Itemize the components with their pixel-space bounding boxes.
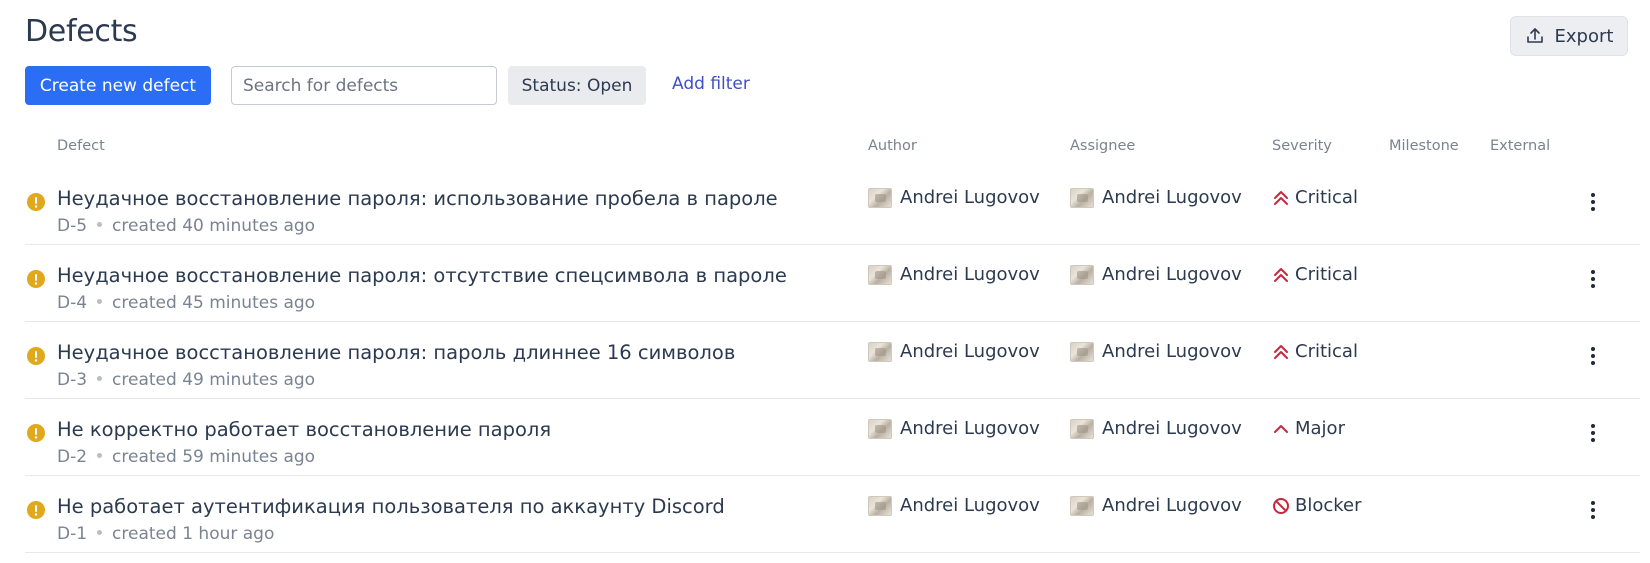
severity-label: Critical [1295,187,1358,208]
assignee-cell: Andrei Lugovov [1070,187,1242,208]
more-actions-icon[interactable] [1583,498,1603,522]
assignee-cell: Andrei Lugovov [1070,264,1242,285]
defect-row[interactable]: Не работает аутентификация пользователя … [25,476,1640,553]
double-chevron-up-icon [1272,343,1290,361]
search-input[interactable] [231,66,497,105]
defect-title[interactable]: Неудачное восстановление пароля: использ… [57,187,778,210]
separator-dot [97,452,103,458]
defect-row[interactable]: Неудачное восстановление пароля: пароль … [25,322,1640,399]
severity-cell: Critical [1272,264,1358,285]
column-header-author[interactable]: Author [868,138,917,154]
open-status-icon [27,193,45,211]
assignee-name: Andrei Lugovov [1102,495,1242,516]
avatar [868,187,892,208]
defect-created: created 45 minutes ago [112,293,316,313]
defect-id: D-1 [57,524,88,544]
defect-row[interactable]: Не корректно работает восстановление пар… [25,399,1640,476]
separator-dot [97,221,103,227]
assignee-name: Andrei Lugovov [1102,341,1242,362]
defect-title[interactable]: Не работает аутентификация пользователя … [57,495,725,518]
avatar [868,264,892,285]
defect-created: created 59 minutes ago [112,447,316,467]
open-status-icon [27,347,45,365]
defect-row[interactable]: Неудачное восстановление пароля: использ… [25,168,1640,245]
status-filter-chip[interactable]: Status: Open [508,66,646,105]
more-actions-icon[interactable] [1583,267,1603,291]
more-actions-icon[interactable] [1583,190,1603,214]
separator-dot [97,529,103,535]
severity-label: Critical [1295,264,1358,285]
avatar [1070,418,1094,439]
upload-icon [1526,28,1543,43]
defect-row[interactable]: Неудачное восстановление пароля: отсутст… [25,245,1640,322]
defect-id: D-2 [57,447,88,467]
column-header-assignee[interactable]: Assignee [1070,138,1135,154]
author-cell: Andrei Lugovov [868,495,1040,516]
author-name: Andrei Lugovov [900,341,1040,362]
avatar [868,495,892,516]
severity-label: Critical [1295,341,1358,362]
separator-dot [97,375,103,381]
assignee-cell: Andrei Lugovov [1070,495,1242,516]
author-name: Andrei Lugovov [900,418,1040,439]
severity-label: Blocker [1295,495,1362,516]
assignee-name: Andrei Lugovov [1102,418,1242,439]
avatar [1070,187,1094,208]
severity-cell: Blocker [1272,495,1362,516]
column-header-defect[interactable]: Defect [57,138,105,154]
defect-meta: D-2 created 59 minutes ago [57,447,315,467]
column-header-external[interactable]: External [1490,138,1550,154]
defect-title[interactable]: Неудачное восстановление пароля: отсутст… [57,264,787,287]
double-chevron-up-icon [1272,189,1290,207]
assignee-cell: Andrei Lugovov [1070,418,1242,439]
avatar [1070,264,1094,285]
author-cell: Andrei Lugovov [868,187,1040,208]
defect-created: created 1 hour ago [112,524,275,544]
open-status-icon [27,424,45,442]
defect-meta: D-1 created 1 hour ago [57,524,274,544]
defect-created: created 49 minutes ago [112,370,316,390]
defect-id: D-4 [57,293,88,313]
avatar [868,418,892,439]
page-title: Defects [25,14,138,49]
separator-dot [97,298,103,304]
defect-id: D-5 [57,216,88,236]
defect-title[interactable]: Не корректно работает восстановление пар… [57,418,551,441]
severity-cell: Major [1272,418,1345,439]
author-name: Andrei Lugovov [900,495,1040,516]
author-name: Andrei Lugovov [900,264,1040,285]
assignee-cell: Andrei Lugovov [1070,341,1242,362]
export-button[interactable]: Export [1510,16,1628,56]
defect-id: D-3 [57,370,88,390]
open-status-icon [27,270,45,288]
export-label: Export [1554,25,1614,47]
more-actions-icon[interactable] [1583,421,1603,445]
double-chevron-up-icon [1272,266,1290,284]
add-filter-link[interactable]: Add filter [672,74,750,94]
more-actions-icon[interactable] [1583,344,1603,368]
author-cell: Andrei Lugovov [868,418,1040,439]
author-name: Andrei Lugovov [900,187,1040,208]
severity-label: Major [1295,418,1345,439]
avatar [1070,495,1094,516]
assignee-name: Andrei Lugovov [1102,264,1242,285]
severity-cell: Critical [1272,187,1358,208]
defect-title[interactable]: Неудачное восстановление пароля: пароль … [57,341,735,364]
avatar [868,341,892,362]
create-defect-button[interactable]: Create new defect [25,66,211,105]
chevron-up-icon [1272,420,1290,438]
author-cell: Andrei Lugovov [868,341,1040,362]
open-status-icon [27,501,45,519]
assignee-name: Andrei Lugovov [1102,187,1242,208]
defect-created: created 40 minutes ago [112,216,316,236]
defect-meta: D-5 created 40 minutes ago [57,216,315,236]
author-cell: Andrei Lugovov [868,264,1040,285]
column-header-severity[interactable]: Severity [1272,138,1332,154]
defect-meta: D-3 created 49 minutes ago [57,370,315,390]
column-header-milestone[interactable]: Milestone [1389,138,1459,154]
defect-meta: D-4 created 45 minutes ago [57,293,315,313]
blocked-icon [1272,497,1290,515]
avatar [1070,341,1094,362]
severity-cell: Critical [1272,341,1358,362]
